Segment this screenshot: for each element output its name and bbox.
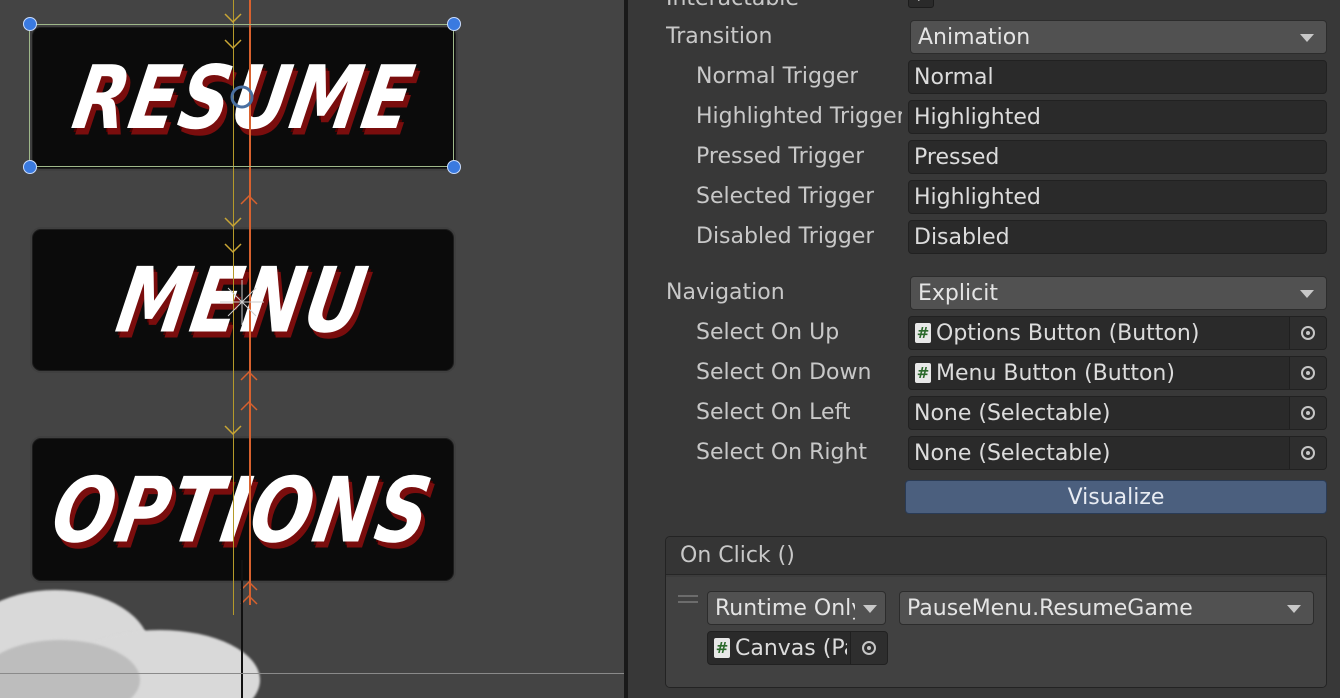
resize-handle-top-right[interactable] [447,17,461,31]
nav-down-arrow [224,243,242,254]
script-icon: # [915,323,931,343]
script-icon: # [714,638,730,658]
select-on-up-label: Select On Up [696,320,840,345]
nav-down-arrow [224,425,242,436]
chevron-down-icon [1287,605,1301,613]
select-on-left-value: None (Selectable) [914,400,1111,426]
target-icon [1301,326,1315,340]
pressed-trigger-value: Pressed [914,144,1000,170]
transition-label: Transition [666,24,773,49]
runtime-mode-value: Runtime Only [715,595,855,621]
selected-trigger-value: Highlighted [914,184,1041,210]
interactable-checkbox[interactable]: ✓ [908,0,934,8]
target-icon [1301,366,1315,380]
nav-down-arrow [224,39,242,50]
navigation-value: Explicit [918,280,998,306]
select-on-right-field[interactable]: None (Selectable) [908,436,1327,470]
normal-trigger-label: Normal Trigger [696,64,859,89]
selected-trigger-label: Selected Trigger [696,184,875,209]
object-picker-button[interactable] [1289,437,1326,469]
nav-up-arrow [240,594,258,605]
disabled-trigger-label: Disabled Trigger [696,224,875,249]
highlighted-trigger-label: Highlighted Trigger [696,104,902,129]
object-picker-button[interactable] [850,632,887,664]
select-on-left-field[interactable]: None (Selectable) [908,396,1327,430]
nav-arrows [220,13,264,605]
nav-down-arrow [224,13,242,24]
select-on-left-label: Select On Left [696,400,851,425]
pivot-icon [230,85,254,109]
transition-dropdown[interactable]: Animation [910,20,1327,54]
normal-trigger-value: Normal [914,64,994,90]
on-click-header: On Click () [666,537,1326,575]
disabled-trigger-value: Disabled [914,224,1010,250]
visualize-button[interactable]: Visualize [905,480,1327,514]
canvas-guide-line [241,560,243,698]
chevron-down-icon [1300,290,1314,298]
object-picker-button[interactable] [1289,357,1326,389]
canvas-guide-line [0,673,624,674]
chevron-down-icon [1300,34,1314,42]
on-click-listener-list: Runtime Only PauseMenu.ResumeGame # Canv… [666,577,1326,687]
object-picker-button[interactable] [1289,317,1326,349]
drag-handle-icon[interactable] [678,601,698,603]
chevron-down-icon [863,605,877,613]
normal-trigger-field[interactable]: Normal [908,60,1327,94]
on-click-event-panel: On Click () Runtime Only PauseMenu.Resum… [665,536,1327,688]
select-on-up-field[interactable]: # Options Button (Button) [908,316,1327,350]
drag-handle-icon[interactable] [678,595,698,597]
highlighted-trigger-value: Highlighted [914,104,1041,130]
select-on-up-value: Options Button (Button) [936,320,1200,346]
transition-value: Animation [918,24,1031,50]
target-object-value: Canvas (PauseMenu) [735,635,847,661]
nav-up-arrow [240,400,258,411]
navigation-dropdown[interactable]: Explicit [910,276,1327,310]
highlighted-trigger-field[interactable]: Highlighted [908,100,1327,134]
target-icon [1301,446,1315,460]
function-dropdown[interactable]: PauseMenu.ResumeGame [899,591,1314,625]
scene-view[interactable]: RESUME MENU OPTIONS [0,0,624,698]
resize-handle-top-left[interactable] [23,17,37,31]
select-on-right-label: Select On Right [696,440,868,465]
center-gizmo-icon [220,280,264,325]
select-on-down-label: Select On Down [696,360,872,385]
inspector-panel: Interactable ✓ Transition Animation Norm… [628,0,1340,698]
nav-up-arrow [240,580,258,591]
pressed-trigger-label: Pressed Trigger [696,144,865,169]
nav-up-arrow [240,194,258,205]
selected-trigger-field[interactable]: Highlighted [908,180,1327,214]
target-object-field[interactable]: # Canvas (PauseMenu) [707,631,888,665]
pressed-trigger-field[interactable]: Pressed [908,140,1327,174]
select-on-down-field[interactable]: # Menu Button (Button) [908,356,1327,390]
resize-handle-bottom-right[interactable] [447,160,461,174]
function-value: PauseMenu.ResumeGame [907,595,1193,621]
navigation-label: Navigation [666,280,785,305]
resize-handle-bottom-left[interactable] [23,160,37,174]
select-on-down-value: Menu Button (Button) [936,360,1175,386]
script-icon: # [915,363,931,383]
interactable-label: Interactable [666,0,799,11]
object-picker-button[interactable] [1289,397,1326,429]
target-icon [1301,406,1315,420]
nav-up-arrow [240,370,258,381]
disabled-trigger-field[interactable]: Disabled [908,220,1327,254]
nav-down-arrow [224,217,242,228]
select-on-right-value: None (Selectable) [914,440,1111,466]
runtime-mode-dropdown[interactable]: Runtime Only [707,591,886,625]
target-icon [862,641,876,655]
